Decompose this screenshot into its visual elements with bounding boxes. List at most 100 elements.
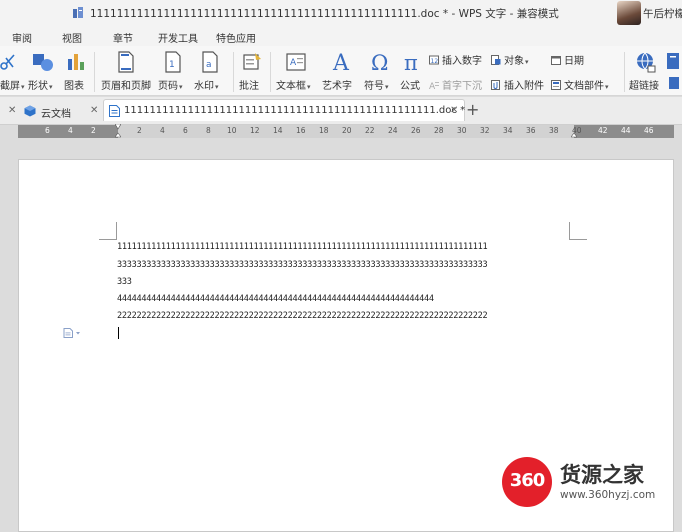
bookmark-icon[interactable]: [666, 52, 680, 70]
ruler-tick: 6: [45, 126, 50, 135]
object-icon: [491, 55, 501, 65]
text-line[interactable]: 1111111111111111111111111111111111111111…: [117, 242, 488, 252]
ruler-tick: 46: [644, 126, 654, 135]
pi-icon: π: [404, 51, 418, 74]
ribbon-separator: [270, 52, 271, 92]
ribbon-toolbar: 截屏▾ 形状▾ 图表 页眉和页脚 1 页码▾ a 水印▾ 批注 A 文本框▾ A…: [0, 46, 682, 96]
svg-text:A: A: [429, 82, 436, 90]
text-line[interactable]: 4444444444444444444444444444444444444444…: [117, 294, 434, 304]
ruler-tick: 12: [250, 126, 260, 135]
ruler-tick: 20: [342, 126, 352, 135]
ruler-tick: 32: [480, 126, 490, 135]
close-icon[interactable]: ✕: [450, 105, 458, 116]
ruler-tick: 14: [273, 126, 283, 135]
right-indent-marker[interactable]: [571, 124, 577, 139]
ruler-tick: 42: [598, 126, 608, 135]
document-parts-button[interactable]: 文档部件▾: [551, 77, 609, 92]
drop-cap-icon: A: [429, 82, 439, 90]
svg-text:A: A: [290, 58, 297, 68]
text-line[interactable]: 333: [117, 277, 132, 287]
menu-developer[interactable]: 开发工具: [158, 30, 198, 45]
wordart-button[interactable]: A 艺术字: [322, 46, 358, 96]
watermark-button[interactable]: a 水印▾: [194, 46, 228, 96]
ruler-tick: 4: [160, 126, 165, 135]
text-line[interactable]: 3333333333333333333333333333333333333333…: [117, 260, 488, 270]
attachment-icon: [491, 80, 500, 90]
margin-corner-mark: [99, 222, 117, 240]
insert-attachment-button[interactable]: 插入附件: [491, 77, 544, 92]
ruler-tick: 30: [457, 126, 467, 135]
comment-icon: [243, 53, 261, 70]
ribbon-separator: [94, 52, 95, 92]
calendar-icon: [551, 56, 561, 65]
ribbon-separator: [624, 52, 625, 92]
wps-doc-icon: [73, 7, 83, 18]
ruler-tick: 36: [526, 126, 536, 135]
user-name[interactable]: 午后柠檬: [643, 6, 682, 21]
horizontal-ruler[interactable]: 6 4 2 2 4 6 8 10 12 14 16 18 20 22 24 26…: [18, 124, 674, 139]
page-number-button[interactable]: 1 页码▾: [158, 46, 190, 96]
omega-icon: Ω: [371, 51, 388, 74]
text-line[interactable]: 2222222222222222222222222222222222222222…: [117, 311, 488, 321]
globe-link-icon: [637, 52, 656, 73]
shapes-button[interactable]: 形状▾: [28, 46, 60, 96]
shapes-icon: [33, 54, 53, 71]
formula-button[interactable]: π 公式: [400, 46, 426, 96]
ruler-tick: 28: [434, 126, 444, 135]
menu-chapter[interactable]: 章节: [113, 30, 133, 45]
object-button[interactable]: 对象▾: [491, 52, 529, 67]
document-tab-bar: ✕ 云文档 ✕ 11111111111111111111111111111111…: [0, 97, 682, 125]
ruler-tick: 10: [227, 126, 237, 135]
cross-reference-icon[interactable]: [668, 76, 680, 90]
ruler-tick: 2: [91, 126, 96, 135]
menu-review[interactable]: 审阅: [12, 30, 32, 45]
user-avatar[interactable]: [617, 1, 641, 25]
document-parts-icon: [551, 80, 561, 90]
close-icon[interactable]: ✕: [90, 105, 98, 116]
drop-cap-button[interactable]: A 首字下沉: [429, 77, 482, 92]
svg-text:a: a: [206, 60, 212, 70]
scissors-icon: [0, 54, 15, 70]
textbox-button[interactable]: A 文本框▾: [276, 46, 318, 96]
watermark-url: www.360hyzj.com: [560, 489, 656, 501]
menu-special[interactable]: 特色应用: [216, 30, 256, 45]
menu-bar: 审阅 视图 章节 开发工具 特色应用: [0, 26, 682, 46]
screenshot-button[interactable]: 截屏▾: [0, 46, 25, 96]
svg-text:A: A: [332, 51, 350, 74]
ruler-tick: 6: [183, 126, 188, 135]
ruler-tick: 4: [68, 126, 73, 135]
ruler-tick: 16: [296, 126, 306, 135]
header-footer-button[interactable]: 页眉和页脚: [101, 46, 153, 96]
header-footer-icon: [118, 51, 134, 73]
date-button[interactable]: 日期: [551, 52, 584, 67]
watermark-brand: 货源之家: [560, 463, 644, 487]
ruler-tick: 44: [621, 126, 631, 135]
svg-text:12: 12: [431, 58, 439, 65]
cloud-cube-icon: [24, 105, 36, 117]
ribbon-separator: [233, 52, 234, 92]
close-icon[interactable]: ✕: [8, 105, 16, 116]
textbox-icon: A: [286, 53, 306, 71]
comment-button[interactable]: 批注: [239, 46, 265, 96]
symbol-button[interactable]: Ω 符号▾: [364, 46, 396, 96]
title-bar: 1111111111111111111111111111111111111111…: [0, 0, 682, 26]
new-tab-icon[interactable]: +: [466, 100, 479, 119]
svg-text:Ω: Ω: [371, 51, 388, 74]
chart-button[interactable]: 图表: [64, 46, 88, 96]
bar-chart-icon: [68, 54, 84, 70]
ruler-tick: 34: [503, 126, 513, 135]
left-indent-marker[interactable]: [115, 124, 121, 139]
ruler-text-area: 2 4 6 8 10 12 14 16 18 20 22 24 26 28 30…: [118, 125, 582, 138]
insert-number-button[interactable]: 12 插入数字: [429, 52, 482, 67]
document-icon: [109, 105, 120, 117]
ruler-tick: 22: [365, 126, 375, 135]
watermark-logo-text: 360: [509, 470, 546, 491]
hyperlink-button[interactable]: 超链接: [629, 46, 663, 96]
paragraph-layout-icon[interactable]: [63, 328, 85, 338]
margin-corner-mark: [569, 222, 587, 240]
wordart-icon: A: [332, 51, 350, 74]
tab-active-document[interactable]: 1111111111111111111111111111111111111111…: [103, 99, 465, 121]
svg-text:π: π: [404, 51, 418, 74]
menu-view[interactable]: 视图: [62, 30, 82, 45]
ruler-tick: 2: [137, 126, 142, 135]
